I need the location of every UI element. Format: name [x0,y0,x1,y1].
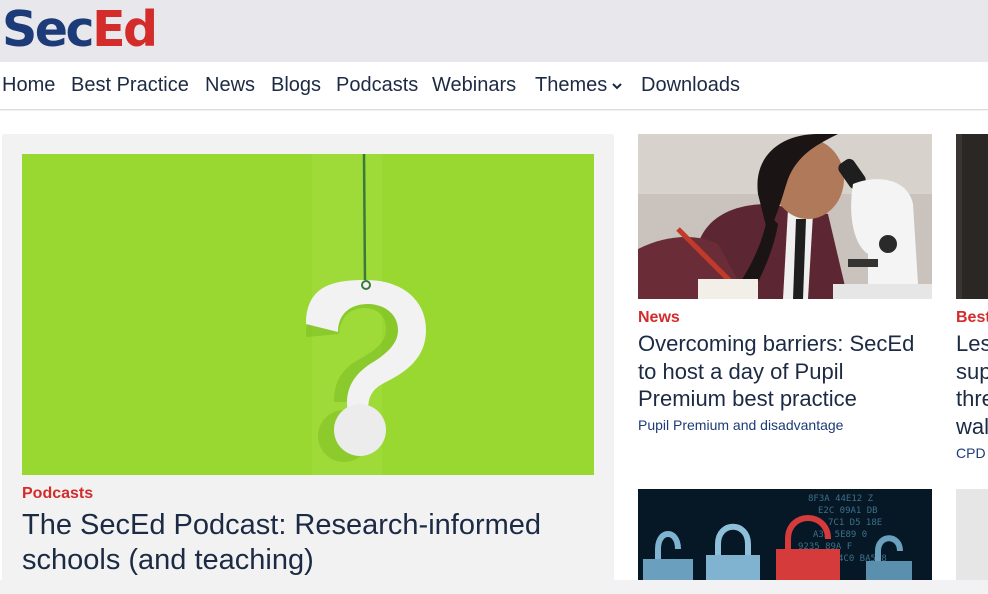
card-headline-partial[interactable]: Les sup thre wal [956,330,988,440]
content-area: Podcasts The SecEd Podcast: Research-inf… [0,111,988,594]
card-category-news[interactable]: News [638,309,680,327]
nav-news[interactable]: News [205,72,255,98]
card-image-padlocks[interactable]: 8F3A 44E12 Z E2C 09A1 DB 7C1 D5 18E A33 … [638,489,932,580]
nav-podcasts[interactable]: Podcasts [336,72,418,98]
card-category-best[interactable]: Best [956,309,988,327]
nav-best-practice[interactable]: Best Practice [71,72,189,98]
feature-headline[interactable]: The SecEd Podcast: Research-informed sch… [22,508,582,578]
card-headline-pupil-premium[interactable]: Overcoming barriers: SecEd to host a day… [638,330,930,413]
card-image-best[interactable] [956,134,988,299]
svg-text:8F3A 44E12 Z: 8F3A 44E12 Z [808,494,874,504]
card-image-partial[interactable] [956,489,988,580]
feature-article-card[interactable]: Podcasts The SecEd Podcast: Research-inf… [2,134,614,594]
card-tag-pupil-premium[interactable]: Pupil Premium and disadvantage [638,417,843,433]
svg-text:E2C 09A1 DB: E2C 09A1 DB [818,506,878,516]
question-mark-illustration [22,154,594,475]
feature-category[interactable]: Podcasts [22,485,93,503]
nav-themes-label: Themes [535,74,608,96]
nav-webinars[interactable]: Webinars [432,72,516,98]
svg-text:7C1 D5 18E: 7C1 D5 18E [828,518,882,528]
padlock-cyber-photo: 8F3A 44E12 Z E2C 09A1 DB 7C1 D5 18E A33 … [638,489,932,580]
nav-themes[interactable]: Themes [535,72,624,98]
nav-home[interactable]: Home [2,72,55,98]
brand-bar: SecEd [0,0,988,62]
headline-line: thre [956,386,988,411]
dark-photo [956,134,988,299]
headline-line: sup [956,358,988,384]
nav-downloads[interactable]: Downloads [641,72,740,98]
headline-line: wal [956,413,988,439]
student-microscope-photo [638,134,932,299]
nav-blogs[interactable]: Blogs [271,72,321,98]
main-nav: Home Best Practice News Blogs Podcasts W… [0,62,988,110]
svg-text:A33 5E89 0: A33 5E89 0 [813,530,867,540]
seced-logo[interactable]: SecEd [2,2,158,58]
feature-image[interactable] [22,154,594,475]
chevron-down-icon [612,83,622,90]
card-tag-cpd[interactable]: CPD [956,445,986,461]
card-image-news[interactable] [638,134,932,299]
headline-line: Les [956,331,988,356]
